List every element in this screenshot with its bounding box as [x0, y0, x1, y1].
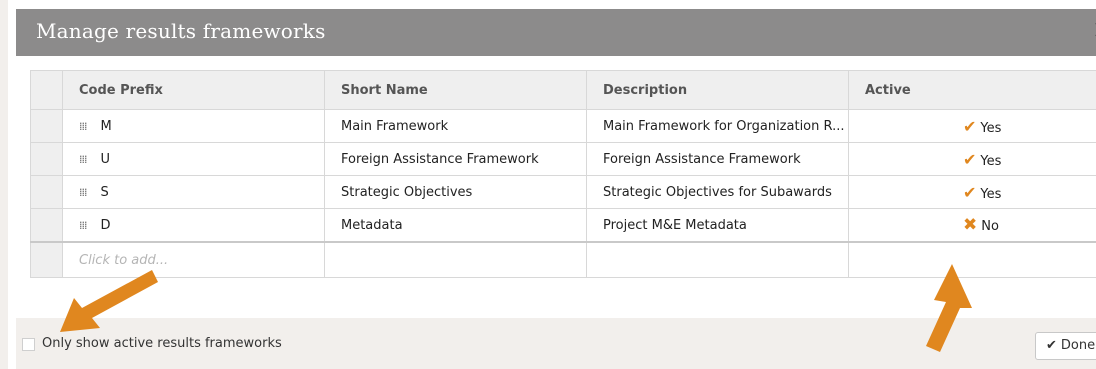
drag-handle-icon[interactable]: ⁞⁞⁞ — [79, 186, 87, 199]
code-prefix-value: S — [100, 184, 109, 200]
short-name-cell[interactable]: Foreign Assistance Framework — [324, 142, 587, 176]
table-row[interactable]: ⁞⁞⁞ U Foreign Assistance Framework Foreig… — [30, 142, 1096, 176]
row-selector[interactable] — [30, 175, 63, 209]
column-header-description[interactable]: Description — [586, 70, 849, 110]
close-icon[interactable]: ✕ — [1092, 17, 1096, 45]
check-icon: ✔ — [963, 116, 977, 136]
new-row-description[interactable] — [586, 241, 849, 278]
code-prefix-cell[interactable]: ⁞⁞⁞ M — [62, 109, 325, 143]
dialog-titlebar: Manage results frameworks ✕ — [16, 9, 1096, 56]
short-name-cell[interactable]: Main Framework — [324, 109, 587, 143]
done-button[interactable]: ✔ Done — [1035, 332, 1096, 360]
row-selector-header — [30, 70, 63, 110]
column-header-active[interactable]: Active — [848, 70, 1096, 110]
drag-handle-icon[interactable]: ⁞⁞⁞ — [79, 219, 87, 232]
active-value: Yes — [980, 186, 1002, 202]
active-cell[interactable]: ✔ Yes — [848, 142, 1096, 176]
drag-handle-icon[interactable]: ⁞⁞⁞ — [79, 153, 87, 166]
check-icon: ✔ — [963, 149, 977, 169]
active-cell[interactable]: ✔ Yes — [848, 109, 1096, 143]
done-button-label: Done — [1060, 338, 1096, 353]
active-value: Yes — [980, 153, 1002, 169]
row-selector[interactable] — [30, 208, 63, 243]
short-name-cell[interactable]: Strategic Objectives — [324, 175, 587, 209]
code-prefix-value: M — [100, 118, 112, 134]
table-row[interactable]: ⁞⁞⁞ M Main Framework Main Framework for O… — [30, 109, 1096, 143]
table-row[interactable]: ⁞⁞⁞ D Metadata Project M&E Metadata ✖ No — [30, 208, 1096, 243]
description-cell[interactable]: Main Framework for Organization R... — [586, 109, 849, 143]
active-cell[interactable]: ✖ No — [848, 208, 1096, 243]
code-prefix-cell[interactable]: ⁞⁞⁞ U — [62, 142, 325, 176]
column-header-code-prefix[interactable]: Code Prefix — [62, 70, 325, 110]
x-icon: ✖ — [963, 215, 978, 235]
grid-header-row: Code Prefix Short Name Description Activ… — [30, 70, 1096, 110]
table-row[interactable]: ⁞⁞⁞ S Strategic Objectives Strategic Obje… — [30, 175, 1096, 209]
frameworks-grid: Code Prefix Short Name Description Activ… — [30, 70, 1096, 278]
arrow-icon — [926, 264, 972, 352]
code-prefix-cell[interactable]: ⁞⁞⁞ S — [62, 175, 325, 209]
arrow-icon — [60, 270, 158, 332]
drag-handle-icon[interactable]: ⁞⁞⁞ — [79, 120, 87, 133]
description-cell[interactable]: Project M&E Metadata — [586, 208, 849, 243]
description-cell[interactable]: Strategic Objectives for Subawards — [586, 175, 849, 209]
column-header-short-name[interactable]: Short Name — [324, 70, 587, 110]
active-value: Yes — [980, 120, 1002, 136]
check-icon: ✔ — [963, 182, 977, 202]
check-icon: ✔ — [1046, 338, 1057, 353]
short-name-cell[interactable]: Metadata — [324, 208, 587, 243]
code-prefix-cell[interactable]: ⁞⁞⁞ D — [62, 208, 325, 243]
code-prefix-value: U — [100, 151, 111, 167]
active-cell[interactable]: ✔ Yes — [848, 175, 1096, 209]
row-selector[interactable] — [30, 109, 63, 143]
new-row-short-name[interactable] — [324, 241, 587, 278]
active-value: No — [981, 219, 999, 234]
row-selector[interactable] — [30, 142, 63, 176]
dialog-title: Manage results frameworks — [36, 19, 326, 43]
description-cell[interactable]: Foreign Assistance Framework — [586, 142, 849, 176]
code-prefix-value: D — [100, 217, 111, 233]
